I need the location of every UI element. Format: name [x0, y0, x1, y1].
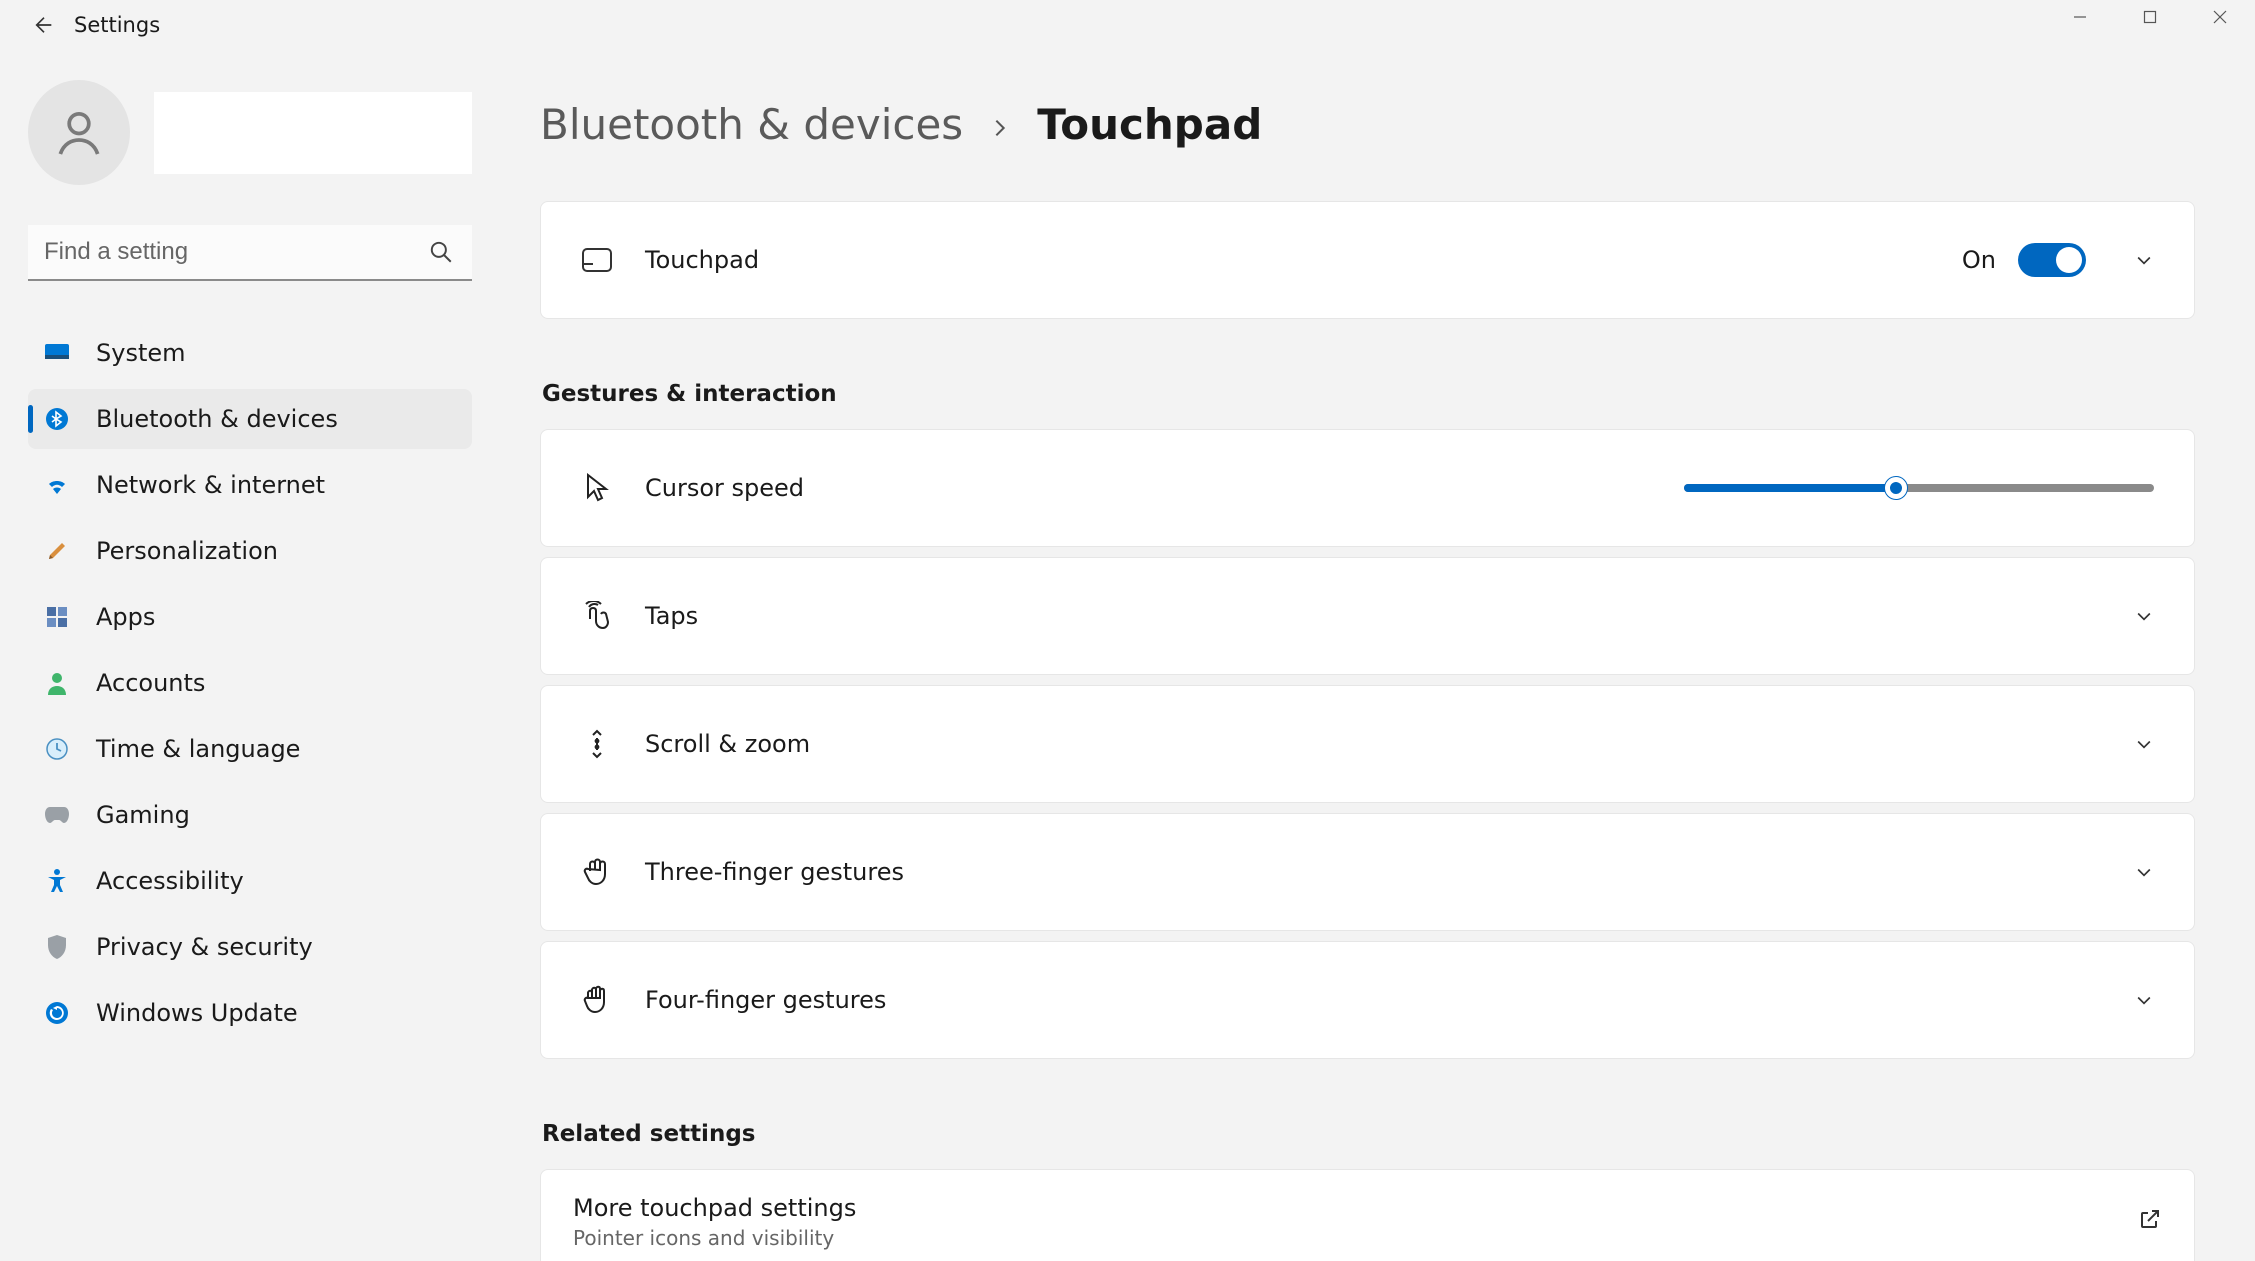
related-subtitle: Pointer icons and visibility	[573, 1226, 2138, 1250]
sidebar-item-label: Privacy & security	[96, 933, 313, 961]
breadcrumb-current: Touchpad	[1037, 100, 1262, 149]
avatar	[28, 80, 130, 185]
sidebar-item-windows-update[interactable]: Windows Update	[28, 983, 472, 1043]
chevron-down-icon	[2126, 862, 2162, 882]
cursor-speed-card: Cursor speed	[540, 429, 2195, 547]
sidebar-item-privacy[interactable]: Privacy & security	[28, 917, 472, 977]
open-external-icon	[2138, 1207, 2162, 1237]
sidebar-item-label: Network & internet	[96, 471, 325, 499]
bluetooth-icon	[42, 404, 72, 434]
section-title-gestures: Gestures & interaction	[542, 381, 2195, 407]
sidebar-item-label: Accessibility	[96, 867, 244, 895]
breadcrumb: Bluetooth & devices Touchpad	[540, 100, 2195, 149]
three-finger-label: Three-finger gestures	[645, 858, 2126, 886]
minimize-button[interactable]	[2045, 0, 2115, 33]
main-content: Bluetooth & devices Touchpad Touchpad On…	[500, 50, 2255, 1261]
section-title-related: Related settings	[542, 1121, 2195, 1147]
sidebar-item-label: Gaming	[96, 801, 190, 829]
app-title: Settings	[74, 13, 160, 37]
wifi-icon	[42, 470, 72, 500]
sidebar-item-label: Windows Update	[96, 999, 298, 1027]
four-finger-card[interactable]: Four-finger gestures	[540, 941, 2195, 1059]
nav-list: System Bluetooth & devices Network & int…	[28, 323, 472, 1043]
touchpad-toggle[interactable]	[2018, 243, 2086, 277]
sidebar: System Bluetooth & devices Network & int…	[0, 50, 500, 1261]
more-touchpad-settings-card[interactable]: More touchpad settings Pointer icons and…	[540, 1169, 2195, 1261]
sidebar-item-label: Time & language	[96, 735, 300, 763]
touchpad-master-card[interactable]: Touchpad On	[540, 201, 2195, 319]
chevron-down-icon	[2126, 606, 2162, 626]
back-button[interactable]	[24, 5, 64, 45]
maximize-button[interactable]	[2115, 0, 2185, 33]
sidebar-item-label: Apps	[96, 603, 155, 631]
brush-icon	[42, 536, 72, 566]
cursor-speed-slider[interactable]	[1684, 484, 2154, 492]
globe-clock-icon	[42, 734, 72, 764]
toggle-state-text: On	[1962, 246, 1996, 274]
touchpad-label: Touchpad	[645, 246, 1962, 274]
sidebar-item-accessibility[interactable]: Accessibility	[28, 851, 472, 911]
scroll-zoom-card[interactable]: Scroll & zoom	[540, 685, 2195, 803]
cursor-speed-label: Cursor speed	[645, 474, 1684, 502]
window-controls	[2045, 0, 2255, 33]
chevron-down-icon[interactable]	[2126, 250, 2162, 270]
related-title: More touchpad settings	[573, 1194, 2138, 1222]
sidebar-item-label: Accounts	[96, 669, 205, 697]
titlebar: Settings	[0, 0, 2255, 50]
sidebar-item-label: Bluetooth & devices	[96, 405, 338, 433]
monitor-icon	[42, 338, 72, 368]
chevron-down-icon	[2126, 734, 2162, 754]
sidebar-item-system[interactable]: System	[28, 323, 472, 383]
sidebar-item-network[interactable]: Network & internet	[28, 455, 472, 515]
taps-label: Taps	[645, 602, 2126, 630]
scroll-zoom-label: Scroll & zoom	[645, 730, 2126, 758]
scroll-zoom-icon	[573, 729, 621, 759]
four-finger-label: Four-finger gestures	[645, 986, 2126, 1014]
sidebar-item-label: System	[96, 339, 186, 367]
search-wrap	[28, 225, 472, 281]
sidebar-item-time-language[interactable]: Time & language	[28, 719, 472, 779]
hand-icon	[573, 985, 621, 1015]
apps-icon	[42, 602, 72, 632]
three-finger-card[interactable]: Three-finger gestures	[540, 813, 2195, 931]
taps-card[interactable]: Taps	[540, 557, 2195, 675]
sidebar-item-bluetooth-devices[interactable]: Bluetooth & devices	[28, 389, 472, 449]
sidebar-item-label: Personalization	[96, 537, 278, 565]
sidebar-item-personalization[interactable]: Personalization	[28, 521, 472, 581]
touchpad-icon	[573, 247, 621, 273]
user-name-placeholder	[154, 92, 472, 174]
breadcrumb-parent[interactable]: Bluetooth & devices	[540, 100, 963, 149]
cursor-icon	[573, 473, 621, 503]
sidebar-item-accounts[interactable]: Accounts	[28, 653, 472, 713]
accessibility-icon	[42, 866, 72, 896]
search-icon	[428, 239, 454, 269]
person-icon	[42, 668, 72, 698]
update-icon	[42, 998, 72, 1028]
sidebar-item-apps[interactable]: Apps	[28, 587, 472, 647]
hand-icon	[573, 857, 621, 887]
chevron-right-icon	[989, 100, 1011, 149]
tap-icon	[573, 601, 621, 631]
sidebar-item-gaming[interactable]: Gaming	[28, 785, 472, 845]
gamepad-icon	[42, 800, 72, 830]
shield-icon	[42, 932, 72, 962]
close-button[interactable]	[2185, 0, 2255, 33]
user-row[interactable]	[28, 80, 472, 185]
search-input[interactable]	[28, 225, 472, 281]
chevron-down-icon	[2126, 990, 2162, 1010]
